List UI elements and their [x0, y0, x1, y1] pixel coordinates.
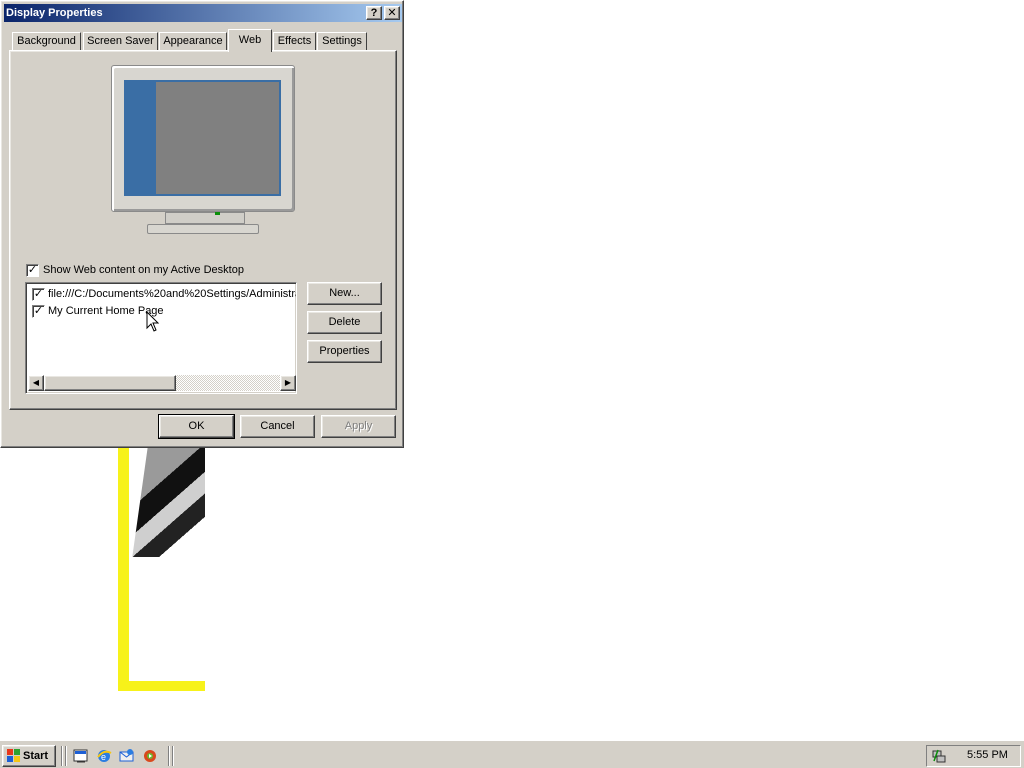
close-icon: ✕	[387, 7, 397, 19]
list-item-label: file:///C:/Documents%20and%20Settings/Ad…	[48, 288, 297, 300]
monitor-power-led	[215, 212, 220, 215]
arrow-right-icon: ▶	[284, 378, 292, 387]
cancel-button[interactable]: Cancel	[240, 415, 315, 438]
active-desktop-bar	[126, 82, 156, 194]
system-tray: 5:55 PM	[926, 745, 1021, 767]
outlook-express-icon[interactable]	[119, 748, 135, 764]
tab-appearance[interactable]: Appearance	[159, 32, 227, 51]
monitor-preview	[111, 65, 295, 212]
mouse-cursor-icon	[146, 311, 160, 332]
windows-logo-icon	[7, 749, 20, 762]
delete-button[interactable]: Delete	[307, 311, 382, 334]
scroll-left-button[interactable]: ◀	[28, 375, 44, 391]
monitor-screen	[124, 80, 281, 196]
tab-label: Background	[17, 35, 76, 47]
display-properties-dialog: Display Properties ? ✕ Background Screen…	[0, 0, 404, 448]
arrow-left-icon: ◀	[32, 378, 40, 387]
monitor-stand	[165, 212, 245, 224]
taskbar-divider	[61, 746, 63, 766]
help-icon: ?	[370, 7, 378, 19]
list-item[interactable]: ✓ file:///C:/Documents%20and%20Settings/…	[28, 286, 296, 302]
taskbar-divider	[65, 746, 67, 766]
taskbar-divider	[172, 746, 174, 766]
checkmark-icon: ✓	[33, 288, 44, 300]
show-desktop-icon[interactable]	[73, 748, 89, 764]
dialog-titlebar[interactable]: Display Properties ? ✕	[4, 4, 402, 22]
tab-label: Settings	[322, 35, 362, 47]
list-item[interactable]: ✓ My Current Home Page	[28, 303, 296, 319]
list-item-checkbox[interactable]: ✓	[32, 305, 45, 318]
tab-settings[interactable]: Settings	[317, 32, 367, 51]
help-button[interactable]: ?	[366, 6, 382, 20]
monitor-base	[147, 224, 259, 234]
start-label: Start	[23, 750, 49, 762]
clock[interactable]: 5:55 PM	[967, 749, 1008, 761]
properties-button[interactable]: Properties	[307, 340, 382, 363]
scrollbar-thumb[interactable]	[44, 375, 176, 391]
horizontal-scrollbar[interactable]: ◀ ▶	[28, 375, 296, 391]
tab-label: Screen Saver	[87, 35, 154, 47]
dialog-title: Display Properties	[6, 7, 103, 19]
tab-screen-saver[interactable]: Screen Saver	[83, 32, 158, 51]
taskbar-divider	[168, 746, 170, 766]
checkmark-icon: ✓	[33, 305, 44, 317]
tab-web[interactable]: Web	[228, 29, 272, 52]
tab-background[interactable]: Background	[12, 32, 81, 51]
apply-button[interactable]: Apply	[321, 415, 396, 438]
list-item-checkbox[interactable]: ✓	[32, 288, 45, 301]
taskbar: Start e 5:55 PM	[0, 740, 1024, 768]
show-web-content-checkbox[interactable]: ✓	[26, 264, 39, 277]
internet-explorer-icon[interactable]: e	[96, 748, 112, 764]
tab-label: Appearance	[163, 35, 223, 47]
new-button[interactable]: New...	[307, 282, 382, 305]
tab-label: Web	[238, 34, 262, 46]
background-image-fragment	[118, 447, 205, 691]
media-player-icon[interactable]	[142, 748, 158, 764]
ok-button[interactable]: OK	[158, 414, 235, 439]
tab-label: Effects	[277, 35, 312, 47]
close-button[interactable]: ✕	[384, 6, 400, 20]
network-connection-icon[interactable]	[931, 748, 947, 764]
scroll-right-button[interactable]: ▶	[280, 375, 296, 391]
start-button[interactable]: Start	[2, 745, 56, 767]
checkmark-icon: ✓	[27, 264, 38, 276]
tab-effects[interactable]: Effects	[273, 32, 316, 51]
show-web-content-label: Show Web content on my Active Desktop	[43, 264, 244, 276]
web-items-list[interactable]: ✓ file:///C:/Documents%20and%20Settings/…	[25, 282, 297, 394]
svg-text:e: e	[101, 752, 106, 762]
